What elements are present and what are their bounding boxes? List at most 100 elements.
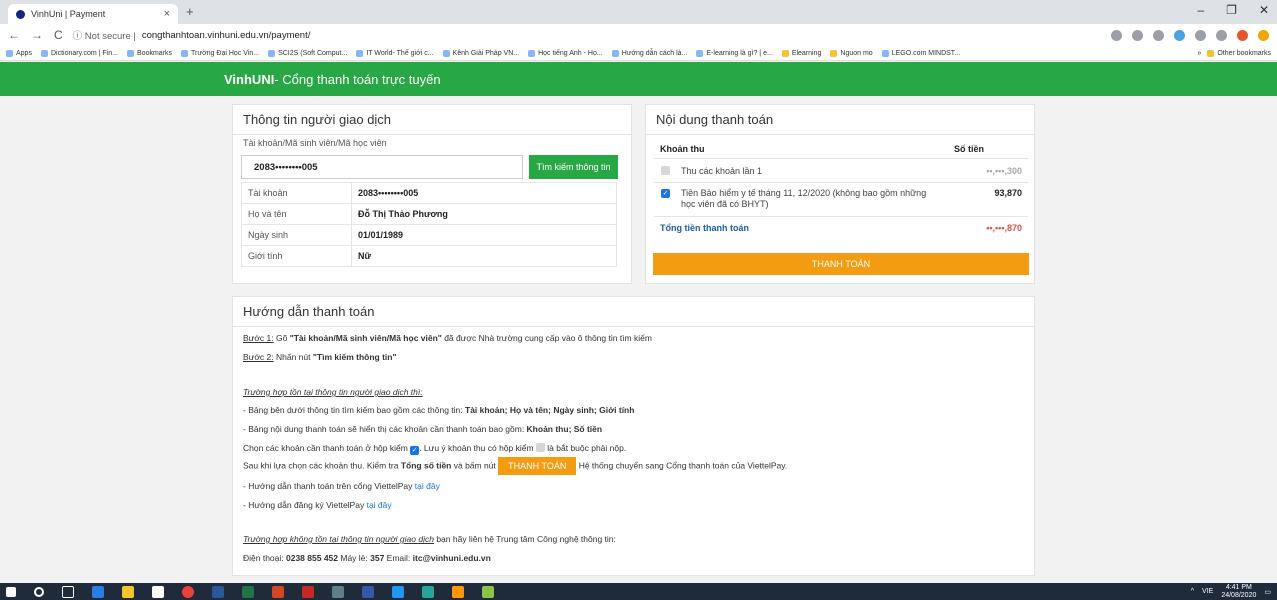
bookmark-item[interactable]: SCI2S (Soft Comput... (268, 49, 347, 57)
bookmark-icon (611, 49, 619, 57)
checkbox-icon: ✓ (410, 446, 420, 455)
url-field[interactable]: ⓘ Not secure | congthanhtoan.vinhuni.edu… (73, 26, 1111, 44)
notification-icon[interactable]: ▭ (1264, 588, 1271, 596)
inline-pay-button: THANH TOÁN (498, 457, 577, 475)
panel-title: Hướng dẫn thanh toán (233, 297, 1034, 327)
guide-step-2: Bước 2: Nhấn nút "Tìm kiếm thông tin" (243, 352, 397, 362)
bookmark-item[interactable]: Học tiếng Anh - Họ... (528, 49, 603, 57)
bookmark-folder[interactable]: Nguon mo (830, 49, 873, 57)
bookmark-icon (442, 49, 450, 57)
menu-icon[interactable] (1258, 29, 1269, 41)
guide-line: - Hướng dẫn thanh toán trên cổng Viettel… (243, 481, 440, 491)
maximize-icon[interactable]: ❐ (1226, 3, 1237, 17)
new-tab-icon[interactable]: + (186, 4, 194, 19)
extension-icon[interactable] (1174, 29, 1185, 41)
search-info-button[interactable]: Tìm kiếm thông tin (529, 155, 618, 179)
bookmark-icon (40, 49, 48, 57)
case-exists-heading: Trường hợp tồn tại thông tin người giao … (243, 387, 423, 397)
app-icon[interactable] (422, 585, 434, 598)
system-tray: ^ VIE 4:41 PM 24/08/2020 ▭ (1191, 584, 1271, 600)
payment-row: ✓ Tiền Bảo hiểm y tế tháng 11, 12/2020 (… (654, 183, 1028, 217)
os-taskbar: ^ VIE 4:41 PM 24/08/2020 ▭ (0, 583, 1277, 600)
app-icon[interactable] (392, 585, 404, 598)
network-icon[interactable]: ^ (1191, 588, 1194, 595)
browser-tab-bar: VinhUni | Payment × + – ❐ ✕ (0, 0, 1277, 24)
bookmark-item[interactable]: Hướng dẫn cách là... (611, 49, 687, 57)
bookmark-icon (696, 49, 704, 57)
other-bookmarks[interactable]: Other bookmarks (1207, 49, 1271, 57)
item-amount: ••,•••,300 (986, 166, 1022, 176)
item-checkbox[interactable]: ✓ (661, 189, 670, 198)
bookmark-item[interactable]: Dictionary.com | Fin... (40, 49, 118, 57)
app-icon[interactable] (482, 585, 494, 598)
bookmark-item[interactable]: Bookmarks (127, 49, 172, 57)
bookmark-item[interactable]: Trường Đại Học Vin... (181, 49, 259, 57)
forward-icon[interactable]: → (31, 28, 43, 42)
more-bookmarks-icon[interactable]: » (1197, 50, 1201, 57)
app-icon[interactable] (332, 585, 344, 598)
table-row: Giới tính Nữ (241, 245, 617, 267)
puzzle-icon[interactable] (1216, 29, 1227, 41)
powerpoint-icon[interactable] (272, 585, 284, 598)
total-row: Tổng tiền thanh toán ••,•••,870 (654, 218, 1028, 240)
reload-icon[interactable]: C (54, 28, 63, 42)
close-window-icon[interactable]: ✕ (1259, 3, 1269, 17)
pdf-icon[interactable] (302, 585, 314, 598)
bookmark-folder[interactable]: Elearning (781, 49, 821, 57)
profile-avatar-icon[interactable] (1237, 29, 1248, 41)
cast-icon[interactable] (1195, 29, 1206, 41)
viettelpay-register-link[interactable]: tại đây (367, 500, 392, 510)
bookmark-icon (268, 49, 276, 57)
folder-icon (1207, 49, 1215, 57)
bookmark-item[interactable]: E-learning là gì? | e... (696, 49, 773, 57)
guide-line: - Bảng bên dưới thông tin tìm kiếm bao g… (243, 405, 635, 415)
apps-icon (6, 49, 13, 57)
edge-icon[interactable] (92, 585, 104, 598)
translate-icon[interactable] (1111, 29, 1122, 41)
security-indicator[interactable]: ⓘ Not secure | (73, 28, 136, 42)
back-icon[interactable]: ← (8, 28, 20, 42)
bookmark-item[interactable]: Kênh Giải Pháp VN... (442, 49, 519, 57)
file-explorer-icon[interactable] (122, 585, 134, 598)
bookmark-icon (181, 49, 189, 57)
table-row: Tài khoản 2083••••••••005 (241, 182, 617, 204)
guide-line: Chọn các khoản cần thanh toán ở hộp kiểm… (243, 443, 627, 455)
guide-line: - Bảng nội dung thanh toán sẽ hiển thị c… (243, 424, 603, 434)
close-tab-icon[interactable]: × (164, 8, 170, 20)
excel-icon[interactable] (242, 585, 254, 598)
guide-line: Sau khi lựa chọn các khoản thu. Kiểm tra… (243, 457, 787, 475)
bookmark-icon (528, 49, 536, 57)
language-indicator[interactable]: VIE (1202, 588, 1213, 595)
app-icon[interactable] (452, 585, 464, 598)
star-icon[interactable] (1153, 29, 1164, 41)
visio-icon[interactable] (362, 585, 374, 598)
panel-title: Thông tin người giao dịch (233, 105, 631, 135)
browser-tab[interactable]: VinhUni | Payment × (8, 4, 178, 24)
window-controls: – ❐ ✕ (1197, 3, 1269, 17)
bookmark-item[interactable]: IT World- Thế giới c... (356, 49, 434, 57)
bookmark-icon (356, 49, 364, 57)
bookmark-item[interactable]: LEGO.com MINDST... (881, 49, 960, 57)
account-input[interactable]: 2083••••••••005 (241, 155, 523, 179)
bookmark-item[interactable]: Apps (6, 49, 32, 57)
chrome-icon[interactable] (182, 585, 194, 598)
table-row: Họ và tên Đỗ Thị Thảo Phương (241, 203, 617, 225)
clock[interactable]: 4:41 PM 24/08/2020 (1221, 584, 1256, 600)
store-icon[interactable] (152, 585, 164, 598)
user-info-table: Tài khoản 2083••••••••005 Họ và tên Đỗ Thị… (241, 182, 617, 267)
task-view-icon[interactable] (62, 585, 74, 598)
folder-icon (781, 49, 789, 57)
item-label: Tiền Bảo hiểm y tế tháng 11, 12/2020 (kh… (681, 188, 927, 209)
payment-row: Thu các khoản lần 1 ••,•••,300 (654, 159, 1028, 183)
zoom-icon[interactable] (1132, 29, 1143, 41)
minimize-icon[interactable]: – (1197, 3, 1204, 17)
viettelpay-guide-link[interactable]: tại đây (415, 481, 440, 491)
pay-button[interactable]: THANH TOÁN (653, 253, 1029, 275)
search-icon[interactable] (34, 586, 44, 597)
brand-name[interactable]: VinhUNI (224, 72, 274, 87)
word-icon[interactable] (212, 585, 224, 598)
user-info-panel: Thông tin người giao dịch Tài khoản/Mã s… (232, 104, 632, 284)
windows-start-icon[interactable] (6, 586, 16, 597)
contact-info: Điện thoại: 0238 855 452 Máy lẻ: 357 Ema… (243, 553, 491, 563)
address-bar: ← → C ⓘ Not secure | congthanhtoan.vinhu… (0, 24, 1277, 46)
